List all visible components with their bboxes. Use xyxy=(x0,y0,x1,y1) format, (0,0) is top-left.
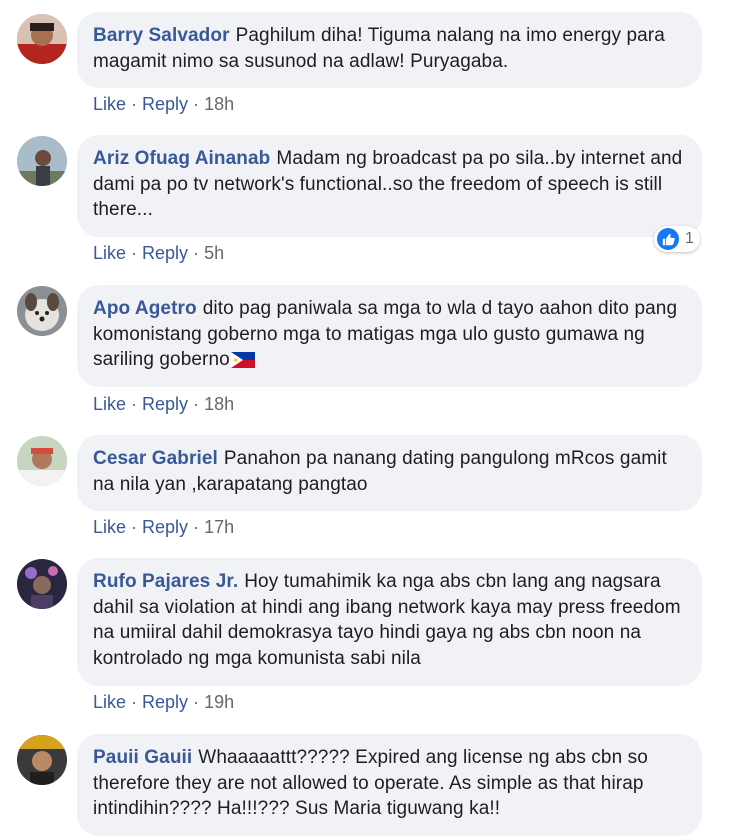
comment-bubble: Rufo Pajares Jr. Hoy tumahimik ka nga abs… xyxy=(77,558,702,686)
like-button[interactable]: Like xyxy=(93,517,126,537)
reply-button[interactable]: Reply xyxy=(142,394,188,414)
comment-author[interactable]: Pauii Gauii xyxy=(93,747,192,768)
like-button[interactable]: Like xyxy=(93,394,126,414)
reply-button[interactable]: Reply xyxy=(142,517,188,537)
comment-bubble: Apo Agetro dito pag paniwala sa mga to wl… xyxy=(77,285,702,387)
avatar[interactable] xyxy=(17,286,67,336)
separator: · xyxy=(131,94,138,114)
separator: · xyxy=(131,243,138,263)
reaction-count-value: 1 xyxy=(685,230,694,248)
comment-timestamp[interactable]: 17h xyxy=(204,517,234,537)
comment-timestamp[interactable]: 5h xyxy=(204,243,224,263)
comment-timestamp[interactable]: 18h xyxy=(204,394,234,414)
avatar[interactable] xyxy=(17,436,67,486)
comment-actions: Like · Reply · 19h xyxy=(93,691,234,713)
comment-timestamp[interactable]: 19h xyxy=(204,692,234,712)
comment-author[interactable]: Apo Agetro xyxy=(93,298,197,319)
avatar[interactable] xyxy=(17,14,67,64)
like-button[interactable]: Like xyxy=(93,94,126,114)
separator: · xyxy=(131,394,138,414)
comment-actions: Like · Reply · 18h xyxy=(93,393,234,415)
separator: · xyxy=(193,243,200,263)
reaction-count[interactable]: 1 xyxy=(654,226,700,252)
avatar[interactable] xyxy=(17,136,67,186)
separator: · xyxy=(131,517,138,537)
reply-button[interactable]: Reply xyxy=(142,692,188,712)
separator: · xyxy=(193,94,200,114)
comment-bubble: Ariz Ofuag Ainanab Madam ng broadcast pa … xyxy=(77,135,702,252)
avatar[interactable] xyxy=(17,735,67,785)
comment-bubble: Barry Salvador Paghilum diha! Tiguma nala… xyxy=(77,12,702,88)
like-button[interactable]: Like xyxy=(93,692,126,712)
comment-timestamp[interactable]: 18h xyxy=(204,94,234,114)
separator: · xyxy=(193,692,200,712)
philippines-flag-icon xyxy=(230,350,255,376)
separator: · xyxy=(193,394,200,414)
comment-actions: Like · Reply · 5h xyxy=(93,242,224,264)
separator: · xyxy=(131,692,138,712)
comment-bubble: Pauii Gauii Whaaaaattt????? Expired ang l… xyxy=(77,734,702,836)
comment-author[interactable]: Rufo Pajares Jr. xyxy=(93,571,238,592)
like-icon xyxy=(657,228,679,250)
comment-bubble: Cesar Gabriel Panahon pa nanang dating pa… xyxy=(77,435,702,511)
separator: · xyxy=(193,517,200,537)
comment-author[interactable]: Ariz Ofuag Ainanab xyxy=(93,148,270,169)
comment-actions: Like · Reply · 18h xyxy=(93,93,234,115)
comment-actions: Like · Reply · 17h xyxy=(93,516,234,538)
comment-author[interactable]: Barry Salvador xyxy=(93,25,230,46)
like-button[interactable]: Like xyxy=(93,243,126,263)
avatar[interactable] xyxy=(17,559,67,609)
comment-author[interactable]: Cesar Gabriel xyxy=(93,448,218,469)
reply-button[interactable]: Reply xyxy=(142,94,188,114)
reply-button[interactable]: Reply xyxy=(142,243,188,263)
